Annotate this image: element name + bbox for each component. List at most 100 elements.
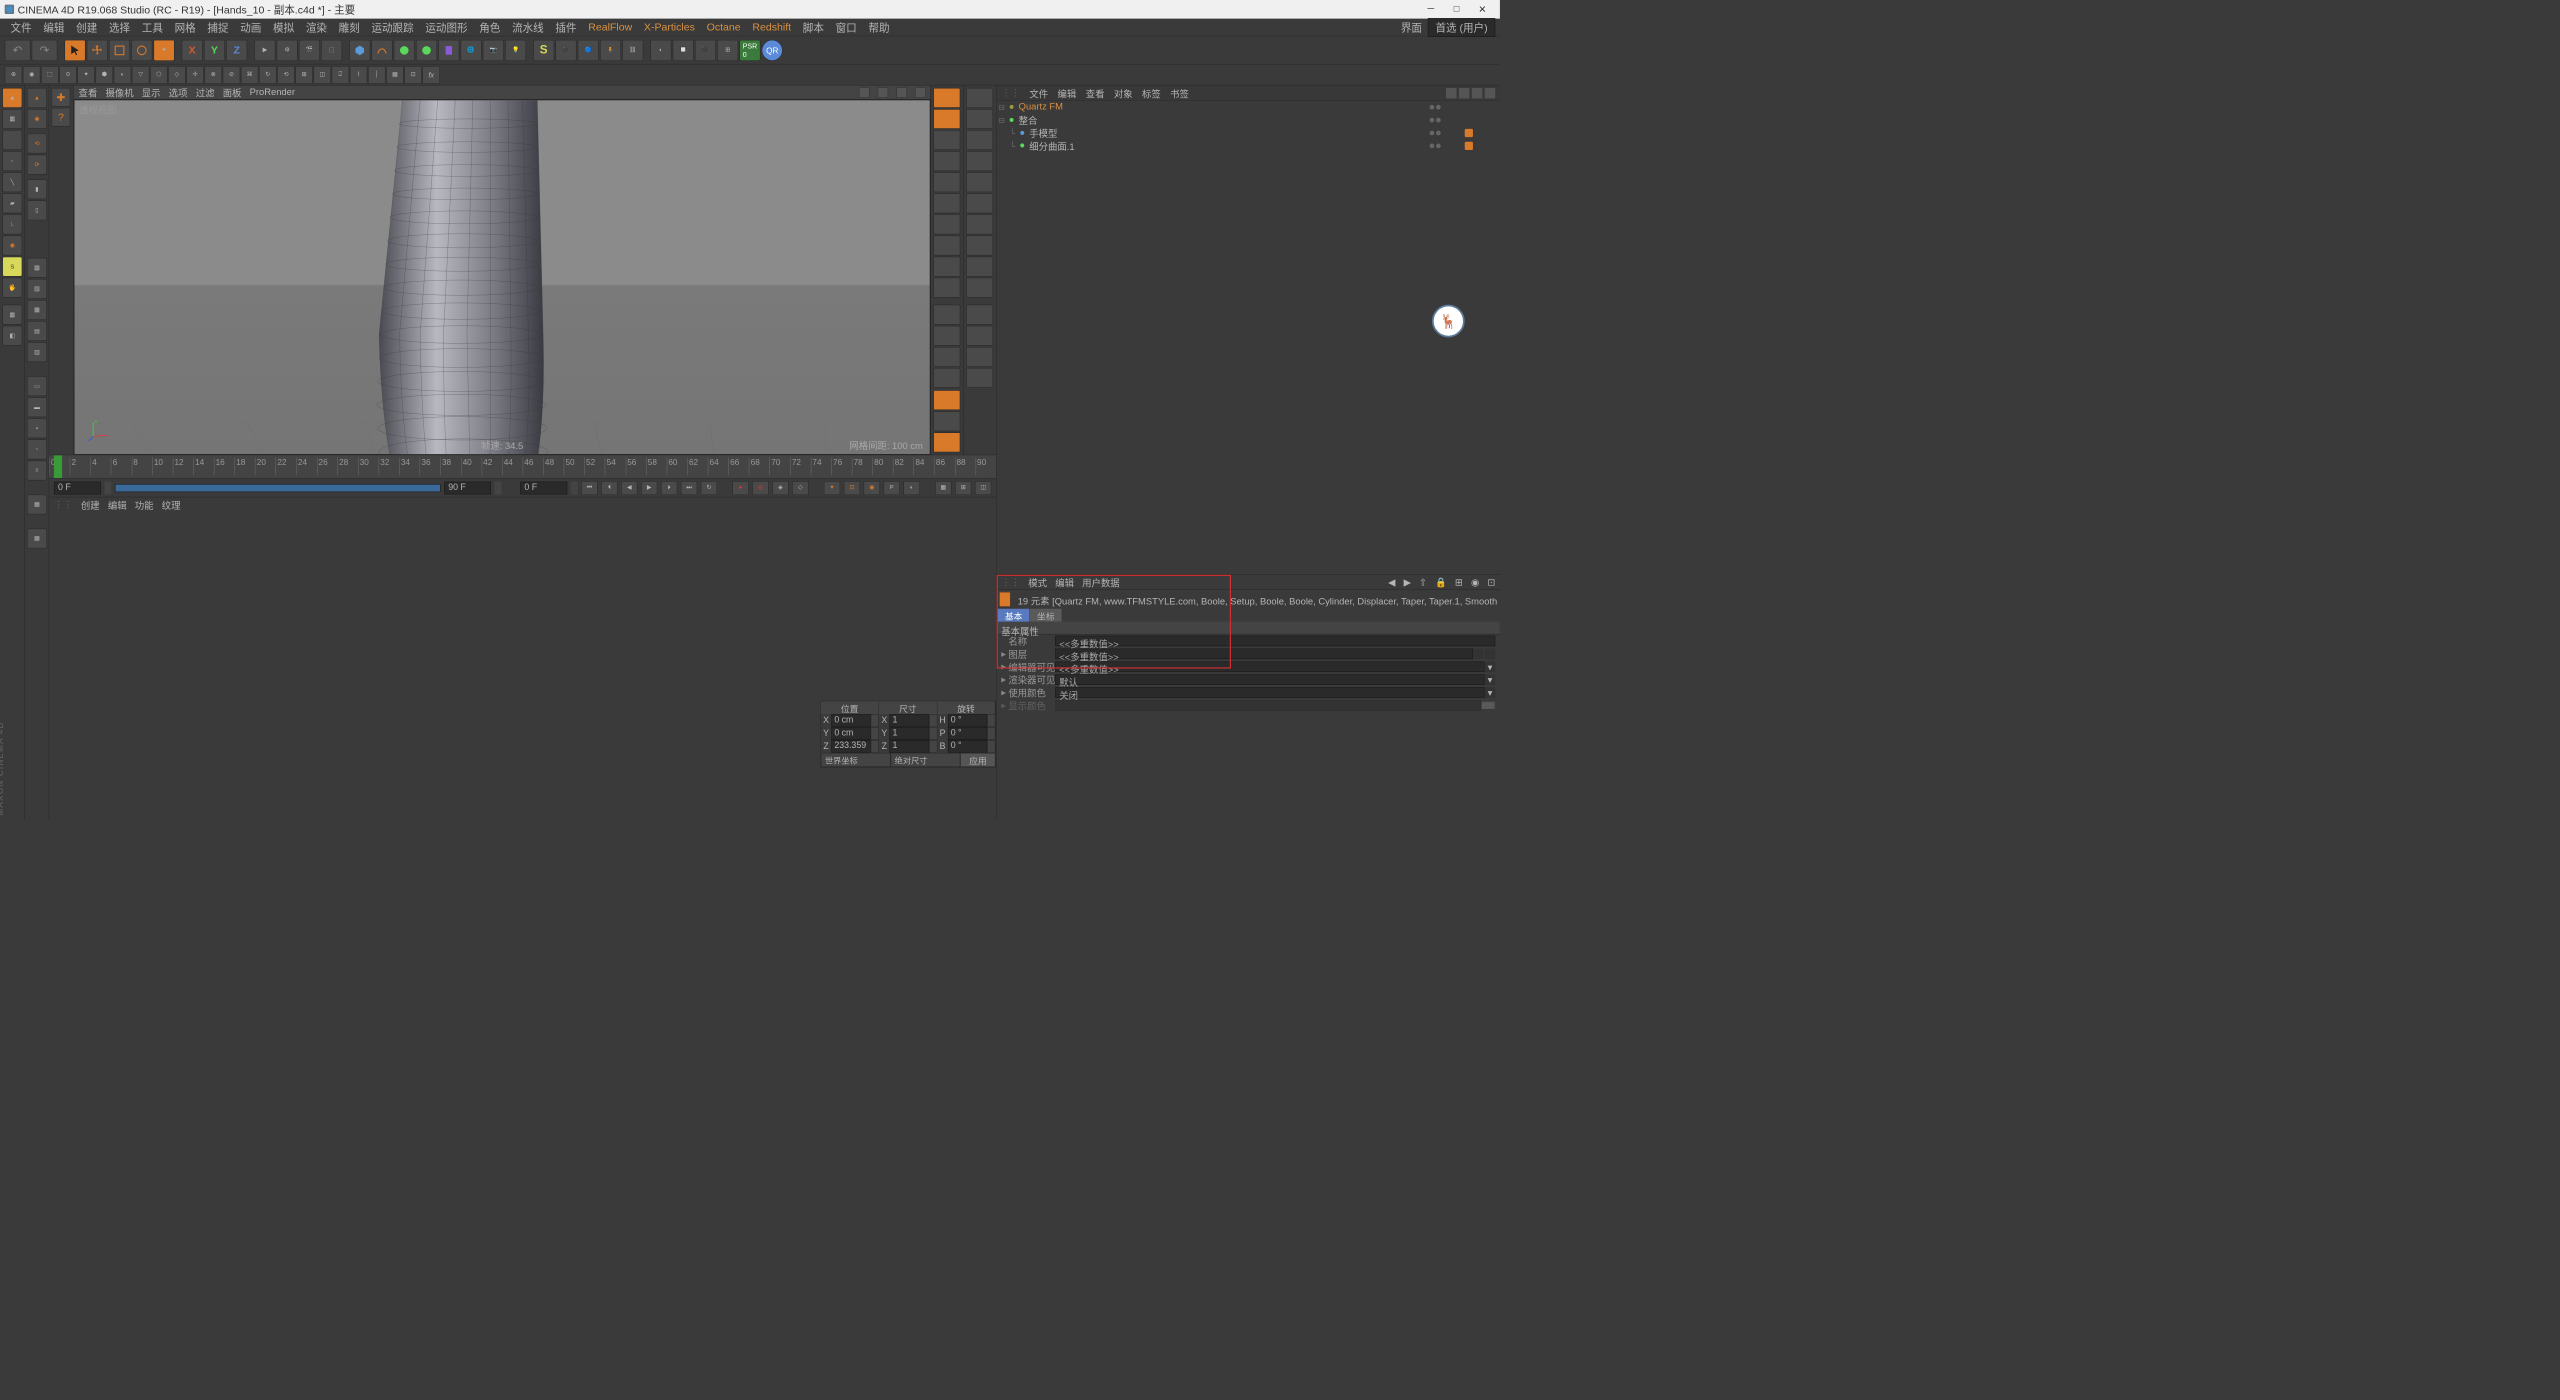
plugin-button[interactable]: ⚫ (555, 40, 576, 61)
plugin-button[interactable]: 🧍 (600, 40, 621, 61)
tab-item[interactable]: 创建 (81, 498, 100, 512)
axis-mode-button[interactable]: L (2, 214, 22, 234)
menu-realflow[interactable]: RealFlow (582, 21, 638, 33)
palette-button[interactable] (933, 193, 960, 213)
tool-button[interactable]: ▪ (27, 418, 47, 438)
plugin-button[interactable]: S (533, 40, 554, 61)
vp-menu-item[interactable]: 显示 (142, 85, 161, 99)
axis-gizmo[interactable] (613, 452, 777, 455)
om-menu-item[interactable]: 文件 (1029, 86, 1048, 100)
stepper[interactable] (871, 714, 879, 727)
palette-button[interactable] (966, 109, 993, 129)
tool-button[interactable]: ✦ (77, 66, 95, 84)
palette-button[interactable] (966, 257, 993, 277)
stepper[interactable] (987, 740, 995, 753)
tool-button[interactable]: ▭ (27, 376, 47, 396)
search-icon[interactable] (1446, 88, 1457, 99)
palette-button[interactable] (933, 326, 960, 346)
tool-button[interactable]: ▨ (27, 279, 47, 299)
menu-item[interactable]: 窗口 (830, 20, 863, 35)
vp-nav-icon[interactable] (896, 87, 907, 98)
dropdown-icon[interactable]: ▾ (1485, 687, 1496, 698)
object-name[interactable]: Quartz FM (1019, 102, 1430, 113)
tool-button[interactable]: ◇ (168, 66, 186, 84)
view-icon[interactable] (1472, 88, 1483, 99)
attr-tab-coord[interactable]: 坐标 (1030, 609, 1062, 622)
mode-button[interactable]: ▦ (2, 305, 22, 325)
timeline-playhead[interactable] (54, 455, 62, 478)
layer-clear-icon[interactable] (1485, 649, 1496, 660)
object-row[interactable]: ⊟●整合 (997, 114, 1500, 127)
timeline-ruler[interactable]: 0246810121416182022242628303234363840424… (49, 455, 996, 478)
vp-nav-icon[interactable] (915, 87, 926, 98)
stepper[interactable] (929, 714, 937, 727)
menu-item[interactable]: 工具 (136, 20, 169, 35)
tool-fx-button[interactable]: fx (422, 66, 440, 84)
tool-button[interactable]: ✢ (186, 66, 204, 84)
menu-item[interactable]: 运动跟踪 (366, 20, 420, 35)
tool-button[interactable]: ⌘ (241, 66, 259, 84)
current-frame-field[interactable]: 0 F (520, 481, 567, 494)
undo-button[interactable]: ↶ (5, 40, 31, 61)
palette-button[interactable] (933, 172, 960, 192)
keyframe-button[interactable]: ◇ (792, 481, 808, 495)
last-tool[interactable]: ✦ (154, 40, 175, 61)
stepper[interactable] (571, 481, 578, 494)
layer-picker-icon[interactable] (1473, 649, 1484, 660)
environment-button[interactable]: 🌐 (461, 40, 482, 61)
plugin-button[interactable]: ◐ (650, 40, 671, 61)
palette-button[interactable] (933, 347, 960, 367)
palette-button[interactable] (966, 151, 993, 171)
menu-item[interactable]: 创建 (70, 20, 103, 35)
tool-button[interactable]: ◉ (23, 66, 41, 84)
range-slider[interactable] (115, 484, 441, 492)
menu-octane[interactable]: Octane (701, 21, 747, 33)
palette-button[interactable] (966, 88, 993, 108)
tab-item[interactable]: 功能 (135, 498, 154, 512)
rot-field[interactable]: 0 ° (948, 727, 987, 740)
symmetry-button[interactable]: S (2, 257, 22, 277)
menu-item[interactable]: 脚本 (797, 20, 830, 35)
vp-menu-item[interactable]: 摄像机 (105, 85, 133, 99)
coord-space-dropdown[interactable]: 世界坐标 (821, 753, 891, 767)
menu-item[interactable]: 网格 (169, 20, 202, 35)
attr-value-field[interactable] (1055, 700, 1481, 711)
key-pla-button[interactable]: ◐ (903, 481, 919, 495)
material-manager[interactable] (49, 512, 996, 820)
mode-button[interactable]: ◧ (2, 326, 22, 346)
om-menu-item[interactable]: 查看 (1086, 86, 1105, 100)
vp-menu-item[interactable]: 查看 (79, 85, 98, 99)
vp-help-button[interactable]: ? (52, 108, 71, 127)
size-field[interactable]: 1 (890, 740, 929, 753)
tool-button[interactable]: ⟲ (277, 66, 295, 84)
size-field[interactable]: 1 (890, 714, 929, 727)
workplane-button[interactable] (2, 130, 22, 150)
menu-redshift[interactable]: Redshift (747, 21, 797, 33)
redo-button[interactable]: ↷ (32, 40, 58, 61)
plugin-button[interactable]: 🔵 (578, 40, 599, 61)
palette-button[interactable] (933, 390, 960, 410)
om-menu-item[interactable]: 编辑 (1058, 86, 1077, 100)
vp-menu-item[interactable]: 面板 (223, 85, 242, 99)
tool-button[interactable]: ⟳ (27, 155, 47, 175)
plugin-button[interactable]: 🔲 (673, 40, 694, 61)
step-forward-button[interactable]: ⏵ (661, 481, 677, 495)
y-axis-lock[interactable]: Y (204, 40, 225, 61)
record-button[interactable]: ● (732, 481, 748, 495)
tool-button[interactable]: ▽ (132, 66, 150, 84)
om-menu-item[interactable]: 标签 (1142, 86, 1161, 100)
tool-button[interactable]: ▬ (27, 397, 47, 417)
snap-button[interactable]: ◉ (2, 236, 22, 256)
ui-button[interactable]: ▦ (935, 481, 951, 495)
nav-back-icon[interactable]: ◀ (1388, 576, 1395, 588)
tool-button[interactable]: ▯ (27, 200, 47, 220)
make-editable-button[interactable]: ▲ (27, 88, 47, 108)
tool-button[interactable]: ▦ (27, 494, 47, 514)
object-name[interactable]: 细分曲面.1 (1029, 139, 1429, 153)
render-region-button[interactable]: ⬚ (321, 40, 342, 61)
camera-button[interactable]: 📷 (483, 40, 504, 61)
generator-button[interactable] (394, 40, 415, 61)
attr-icon[interactable]: ⊡ (1487, 576, 1495, 588)
tool-button[interactable]: ⊗ (204, 66, 222, 84)
stepper[interactable] (929, 740, 937, 753)
